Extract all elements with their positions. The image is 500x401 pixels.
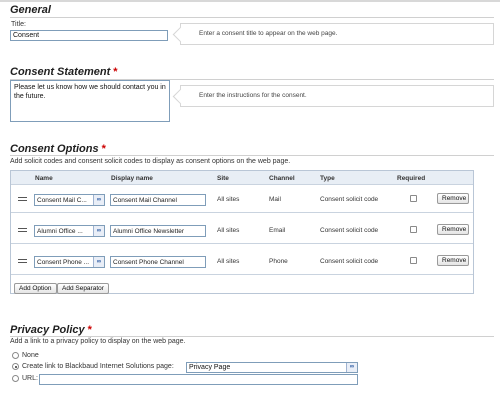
radio-url[interactable] (12, 375, 19, 382)
type-cell: Consent solicit code (320, 258, 379, 265)
col-type: Type (320, 175, 335, 182)
options-description: Add solicit codes and consent solicit co… (10, 158, 291, 165)
channel-cell: Mail (269, 196, 281, 203)
radio-create-link-label: Create link to Blackbaud Internet Soluti… (22, 363, 174, 370)
privacy-page-value: Privacy Page (189, 364, 231, 371)
required-mark: * (113, 66, 118, 78)
type-cell: Consent solicit code (320, 227, 379, 234)
title-input[interactable]: Consent (10, 30, 168, 41)
title-hint-text: Enter a consent title to appear on the w… (199, 30, 338, 37)
solicit-code-lookup[interactable]: Consent Mail C... ∞ (34, 194, 105, 206)
privacy-page-lookup[interactable]: Privacy Page ∞ (186, 362, 358, 373)
channel-cell: Phone (269, 258, 288, 265)
display-name-input[interactable]: Consent Phone Channel (110, 256, 206, 268)
solicit-code-lookup[interactable]: Alumni Office ... ∞ (34, 225, 105, 237)
statement-textarea[interactable]: Please let us know how we should contact… (10, 80, 170, 122)
general-heading: General (10, 4, 51, 16)
hint-arrow (172, 88, 189, 105)
binoculars-icon[interactable]: ∞ (93, 195, 104, 205)
col-display-name: Display name (111, 175, 153, 182)
radio-url-label: URL: (22, 375, 38, 382)
site-cell: All sites (217, 196, 240, 203)
required-checkbox[interactable] (410, 226, 417, 233)
privacy-divider (10, 336, 494, 337)
required-mark: * (101, 143, 106, 155)
solicit-code-lookup[interactable]: Consent Phone ... ∞ (34, 256, 105, 268)
statement-hint-text: Enter the instructions for the consent. (199, 92, 307, 99)
general-divider (10, 17, 494, 18)
radio-none[interactable] (12, 352, 19, 359)
statement-heading: Consent Statement * (10, 66, 118, 78)
title-label: Title: (11, 21, 26, 28)
remove-button[interactable]: Remove (437, 224, 469, 235)
drag-handle-icon[interactable] (18, 259, 27, 265)
site-cell: All sites (217, 258, 240, 265)
general-heading-text: General (10, 4, 51, 16)
solicit-code-value: Alumni Office ... (37, 228, 83, 235)
binoculars-icon[interactable]: ∞ (93, 257, 104, 267)
required-checkbox[interactable] (410, 257, 417, 264)
col-name: Name (35, 175, 53, 182)
remove-button[interactable]: Remove (437, 193, 469, 204)
title-hint: Enter a consent title to appear on the w… (172, 23, 494, 45)
required-mark: * (87, 324, 92, 336)
remove-button[interactable]: Remove (437, 255, 469, 266)
radio-none-label: None (22, 352, 39, 359)
statement-hint: Enter the instructions for the consent. (172, 85, 494, 107)
display-name-input[interactable]: Consent Mail Channel (110, 194, 206, 206)
required-checkbox[interactable] (410, 195, 417, 202)
add-separator-button[interactable]: Add Separator (57, 283, 109, 294)
binoculars-icon[interactable]: ∞ (346, 363, 357, 372)
table-row: Consent Mail C... ∞ Consent Mail Channel… (11, 186, 473, 213)
privacy-heading-text: Privacy Policy (10, 324, 85, 336)
table-row: Alumni Office ... ∞ Alumni Office Newsle… (11, 217, 473, 244)
col-site: Site (217, 175, 229, 182)
display-name-input[interactable]: Alumni Office Newsletter (110, 225, 206, 237)
binoculars-icon[interactable]: ∞ (93, 226, 104, 236)
col-channel: Channel (269, 175, 295, 182)
solicit-code-value: Consent Mail C... (37, 197, 87, 204)
channel-cell: Email (269, 227, 286, 234)
privacy-heading: Privacy Policy * (10, 324, 92, 336)
grid-header: Name Display name Site Channel Type Requ… (11, 171, 473, 185)
add-option-button[interactable]: Add Option (14, 283, 57, 294)
drag-handle-icon[interactable] (18, 228, 27, 234)
table-row: Consent Phone ... ∞ Consent Phone Channe… (11, 248, 473, 275)
site-cell: All sites (217, 227, 240, 234)
hint-arrow (172, 26, 189, 43)
solicit-code-value: Consent Phone ... (37, 259, 90, 266)
options-heading-text: Consent Options (10, 143, 99, 155)
consent-options-grid: Name Display name Site Channel Type Requ… (10, 170, 474, 294)
col-required: Required (397, 175, 426, 182)
radio-create-link[interactable] (12, 363, 19, 370)
options-divider (10, 155, 494, 156)
options-heading: Consent Options * (10, 143, 106, 155)
type-cell: Consent solicit code (320, 196, 379, 203)
statement-heading-text: Consent Statement (10, 66, 111, 78)
drag-handle-icon[interactable] (18, 197, 27, 203)
privacy-description: Add a link to a privacy policy to displa… (10, 338, 186, 345)
top-divider (0, 0, 500, 2)
url-input[interactable] (39, 374, 358, 385)
